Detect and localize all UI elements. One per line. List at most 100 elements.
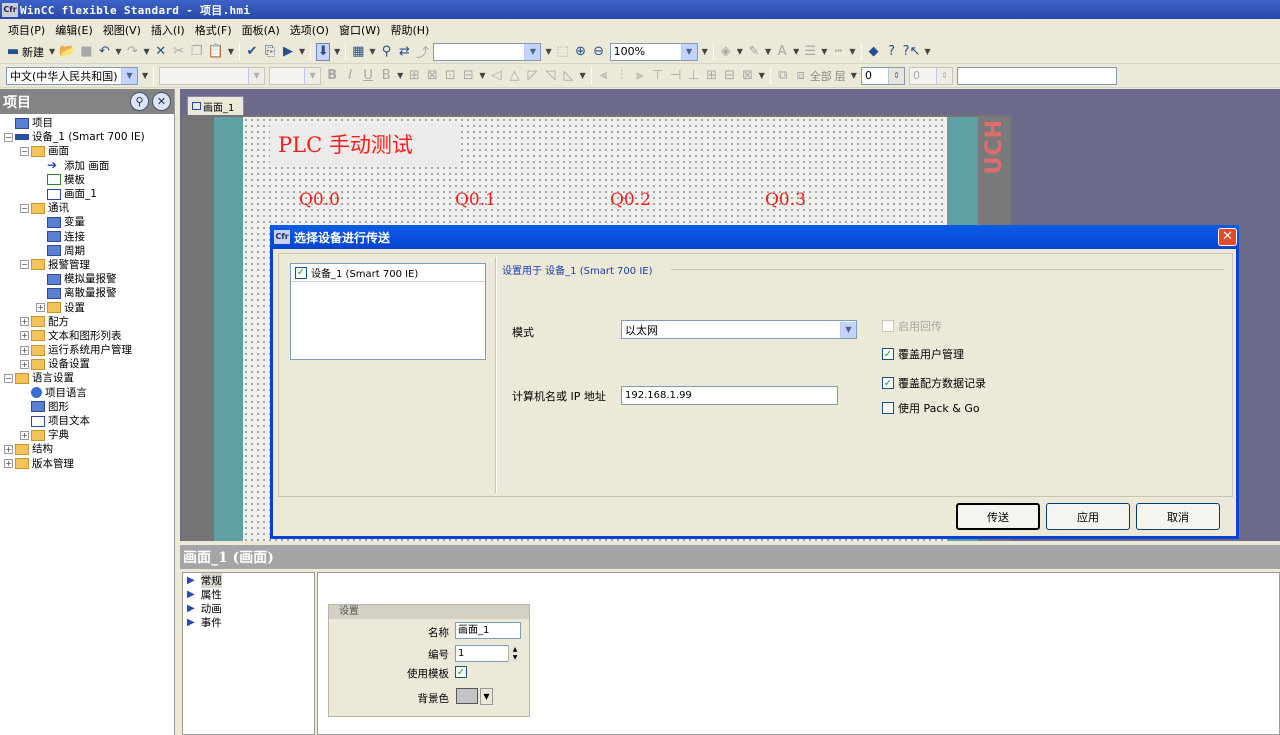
same-height-icon[interactable]: ⊠ [741,67,755,85]
collapse-icon[interactable]: − [20,203,29,213]
chevron-down-icon[interactable]: ▼ [759,71,765,80]
output-label-q0-0[interactable]: Q0.0 [299,190,340,210]
mode-select[interactable]: 以太网 ▼ [621,320,857,339]
font-family-combo[interactable]: ▼ [159,66,266,85]
chevron-down-icon[interactable]: ▼ [765,47,771,56]
option-checkbox[interactable] [882,320,894,332]
chevron-down-icon[interactable]: ▼ [737,47,743,56]
paste-icon[interactable]: 📋 [208,43,224,61]
spin-icon[interactable]: ⇕ [887,67,904,84]
chevron-down-icon[interactable]: ▼ [840,321,856,338]
device-checkbox[interactable]: ✓ [295,266,307,279]
new-button[interactable]: 新建 [22,44,44,60]
bold-icon[interactable]: B [325,67,339,85]
chevron-down-icon[interactable]: ▼ [793,47,799,56]
menu-format[interactable]: 格式(F) [190,22,237,38]
tree-node[interactable]: + 文本和图形列表 [0,329,174,343]
tree-node[interactable]: 周期 [0,244,174,258]
font-size-combo[interactable]: ▼ [269,66,322,85]
library-icon[interactable]: ◆ [867,43,881,61]
layer-icon[interactable]: ⧉ [776,67,790,85]
chevron-down-icon[interactable]: ▼ [121,67,137,84]
same-width-icon[interactable]: ⊟ [723,67,737,85]
chevron-down-icon[interactable]: ▼ [299,47,305,56]
align-icon[interactable]: ⊞ [407,67,421,85]
tree-node[interactable]: 变量 [0,215,174,229]
ip-address-field[interactable]: 192.168.1.99 [621,386,838,405]
replace-icon[interactable]: ⇄ [397,43,411,61]
menu-view[interactable]: 视图(V) [98,22,146,38]
regroup-icon[interactable]: ⊟ [461,67,475,85]
output-label-q0-2[interactable]: Q0.2 [610,190,651,210]
chevron-down-icon[interactable]: ▼ [702,47,708,56]
tree-node[interactable]: + 版本管理 [0,457,174,471]
nav-general[interactable]: ▶ 常规 [183,572,314,588]
bgcolor-swatch[interactable] [456,688,478,704]
redo-icon[interactable]: ↷ [126,43,140,61]
menu-window[interactable]: 窗口(W) [334,22,385,38]
menu-faceplate[interactable]: 面板(A) [237,22,285,38]
tree-node[interactable]: − 报警管理 [0,258,174,272]
flip-vertical-icon[interactable]: ◺ [561,67,575,85]
dialog-splitter[interactable] [495,257,497,493]
chevron-down-icon[interactable]: ▼ [334,47,340,56]
fill-color-icon[interactable]: ◈ [719,43,733,61]
chevron-down-icon[interactable]: ▼ [397,71,403,80]
tree-node[interactable]: + 设备设置 [0,357,174,371]
tree-node[interactable]: − 通讯 [0,201,174,215]
save-icon[interactable]: ■ [79,43,93,61]
align-center-icon[interactable]: ⫶ [615,67,629,85]
menu-insert[interactable]: 插入(I) [146,22,190,38]
chevron-down-icon[interactable]: ▼ [579,71,585,80]
tree-node[interactable]: 模板 [0,173,174,187]
chevron-down-icon[interactable]: ▼ [545,47,551,56]
close-icon[interactable]: ✕ [152,92,171,111]
dialog-close-button[interactable]: ✕ [1218,228,1237,246]
option-enable-backtransfer[interactable]: 启用回传 [882,318,942,334]
zoom-in-icon[interactable]: ⊕ [574,43,588,61]
tree-node[interactable]: 项目文本 [0,414,174,428]
collapse-icon[interactable]: − [4,373,13,383]
align-left-icon[interactable]: ⫷ [597,67,611,85]
chevron-down-icon[interactable]: ▼ [924,47,930,56]
transfer-button[interactable]: 传送 [956,503,1040,530]
simulate-icon[interactable]: ▶ [281,43,295,61]
group-icon[interactable]: ⊠ [425,67,439,85]
align-top-icon[interactable]: ⊤ [651,67,665,85]
chevron-down-icon[interactable]: ▼ [142,71,148,80]
tree-node[interactable]: + 字典 [0,428,174,442]
tree-node[interactable]: 项目语言 [0,386,174,400]
underline-icon[interactable]: U [361,67,375,85]
layers-icon[interactable]: ⧈ [794,67,808,85]
tree-node[interactable]: 项目 [0,116,174,130]
expand-icon[interactable]: + [4,459,13,469]
option-pack-and-go[interactable]: 使用 Pack & Go [882,400,980,416]
align-bottom-icon[interactable]: ⊥ [687,67,701,85]
cancel-button[interactable]: 取消 [1136,503,1220,530]
layer-spinner[interactable]: 0 ⇕ [860,66,905,85]
menu-options[interactable]: 选项(O) [285,22,334,38]
option-checkbox[interactable] [882,402,894,414]
font-color-icon[interactable]: A [775,43,789,61]
chevron-down-icon[interactable]: ▼ [228,47,234,56]
collapse-icon[interactable]: − [20,260,29,270]
menu-help[interactable]: 帮助(H) [385,22,434,38]
tree-node[interactable]: + 设置 [0,300,174,314]
check-consistency-icon[interactable]: ✔ [245,43,259,61]
apply-button[interactable]: 应用 [1046,503,1130,530]
tree-node[interactable]: 连接 [0,230,174,244]
chevron-down-icon[interactable]: ▼ [821,47,827,56]
chevron-down-icon[interactable]: ▼ [479,71,485,80]
chevron-down-icon[interactable]: ▼ [248,67,265,84]
zoom-area-icon[interactable]: ⬚ [556,43,570,61]
chevron-down-icon[interactable]: ▼ [49,47,55,56]
tree-node[interactable]: + 结构 [0,442,174,456]
compile-icon[interactable]: ⎘ [263,43,277,61]
undo-icon[interactable]: ↶ [97,43,111,61]
align-right-icon[interactable]: ⫸ [633,67,647,85]
tree-node[interactable]: 离散量报警 [0,286,174,300]
line-style-icon[interactable]: ┅ [831,43,845,61]
option-overwrite-user-admin[interactable]: ✓ 覆盖用户管理 [882,346,964,362]
ungroup-icon[interactable]: ⊡ [443,67,457,85]
italic-icon[interactable]: I [343,67,357,85]
